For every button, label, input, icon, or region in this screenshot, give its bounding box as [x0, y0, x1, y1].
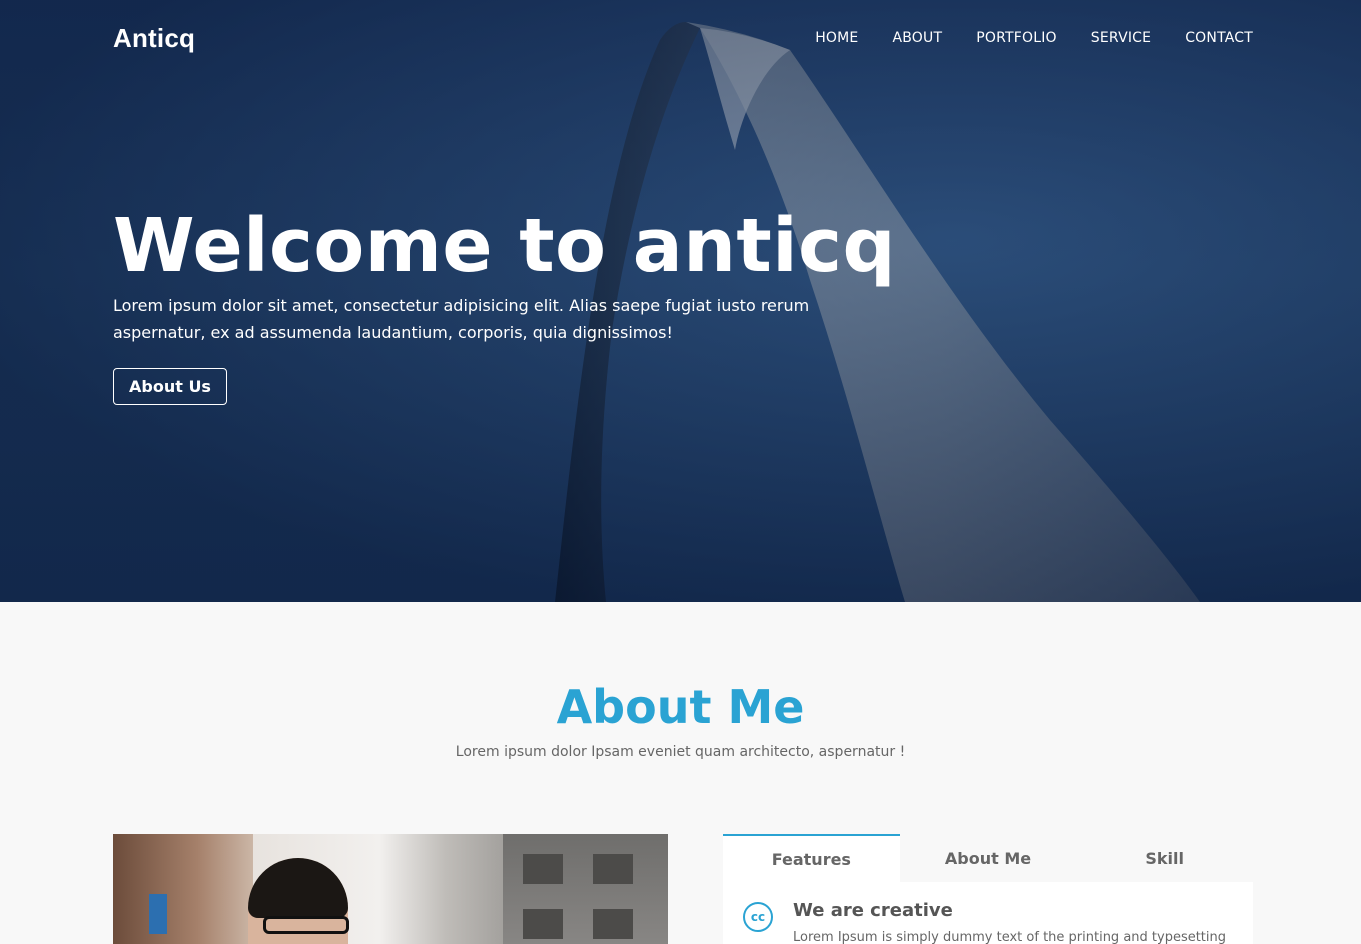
- tab-features[interactable]: Features: [723, 834, 900, 882]
- cc-icon: cc: [743, 902, 773, 932]
- tabs-panel: Features About Me Skill cc We are creati…: [723, 834, 1253, 944]
- feature-text: Lorem Ipsum is simply dummy text of the …: [793, 930, 1227, 944]
- photo-sign: [149, 894, 167, 934]
- hero-section: Anticq HOME ABOUT PORTFOLIO SERVICE CONT…: [0, 0, 1361, 602]
- about-section: About Me Lorem ipsum dolor Ipsam eveniet…: [0, 602, 1361, 944]
- about-title: About Me: [556, 680, 805, 734]
- about-subtitle: Lorem ipsum dolor Ipsam eveniet quam arc…: [455, 744, 906, 760]
- main-nav: HOME ABOUT PORTFOLIO SERVICE CONTACT: [781, 30, 1253, 46]
- logo[interactable]: Anticq: [113, 23, 195, 54]
- photo-building-left: [113, 834, 253, 944]
- nav-home[interactable]: HOME: [815, 30, 858, 46]
- nav-contact[interactable]: CONTACT: [1185, 30, 1253, 46]
- feature-title: We are creative: [793, 900, 953, 921]
- nav-about[interactable]: ABOUT: [892, 30, 942, 46]
- photo-glasses: [263, 916, 349, 934]
- nav-portfolio[interactable]: PORTFOLIO: [976, 30, 1057, 46]
- tab-about-me[interactable]: About Me: [900, 834, 1077, 882]
- tab-bar: Features About Me Skill: [723, 834, 1253, 882]
- photo-building-right: [503, 834, 668, 944]
- nav-service[interactable]: SERVICE: [1091, 30, 1151, 46]
- hero-title: Welcome to anticq: [113, 203, 896, 289]
- photo-hair: [248, 858, 348, 918]
- hero-text: Lorem ipsum dolor sit amet, consectetur …: [113, 296, 810, 342]
- hero-content: Welcome to anticq Lorem ipsum dolor sit …: [113, 200, 896, 405]
- about-us-button[interactable]: About Us: [113, 368, 227, 405]
- navbar: Anticq HOME ABOUT PORTFOLIO SERVICE CONT…: [113, 18, 1253, 58]
- tab-content: cc We are creative Lorem Ipsum is simply…: [723, 882, 1253, 944]
- profile-photo: [113, 834, 668, 944]
- tab-skill[interactable]: Skill: [1076, 834, 1253, 882]
